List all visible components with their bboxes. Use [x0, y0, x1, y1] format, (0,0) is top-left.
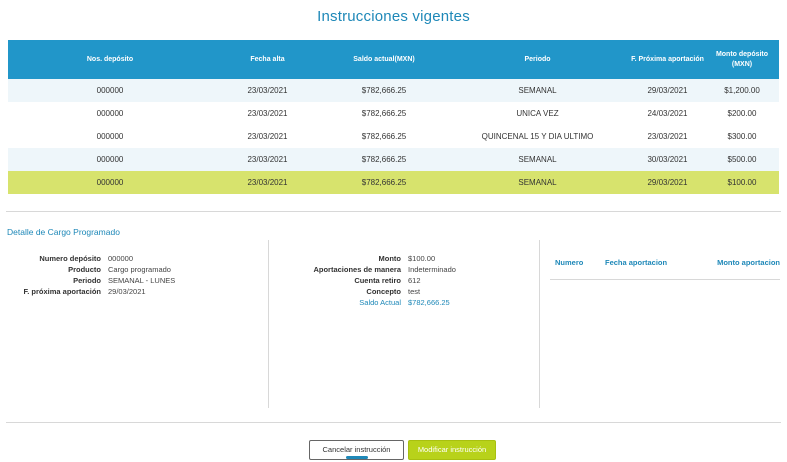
focus-indicator [346, 456, 368, 459]
cell-deposit-amount: $500.00 [705, 148, 779, 171]
table-row[interactable]: 000000 23/03/2021 $782,666.25 SEMANAL 29… [8, 79, 779, 102]
contributions-table-divider [550, 279, 780, 280]
col-header-period[interactable]: Periodo [445, 40, 630, 79]
cell-deposit-amount: $300.00 [705, 125, 779, 148]
detail-label: F. próxima aportación [23, 287, 101, 296]
instructions-table: Nos. depósito Fecha alta Saldo actual(MX… [8, 40, 779, 194]
cell-period: UNICA VEZ [445, 102, 630, 125]
detail-value: 29/03/2021 [108, 287, 146, 296]
table-row[interactable]: 000000 23/03/2021 $782,666.25 UNICA VEZ … [8, 102, 779, 125]
cell-current-balance: $782,666.25 [323, 148, 445, 171]
table-row[interactable]: 000000 23/03/2021 $782,666.25 SEMANAL 30… [8, 148, 779, 171]
cell-period: SEMANAL [445, 148, 630, 171]
col-header-number[interactable]: Numero [550, 258, 605, 267]
detail-label: Periodo [73, 276, 101, 285]
detail-value: 000000 [108, 254, 134, 263]
cell-deposit-amount: $100.00 [705, 171, 779, 194]
detail-value: SEMANAL - LUNES [108, 276, 176, 285]
cell-next-contribution: 30/03/2021 [630, 148, 705, 171]
col-header-contribution-amount[interactable]: Monto aportacion [705, 258, 780, 267]
detail-section-title: Detalle de Cargo Programado [7, 227, 120, 237]
detail-value: $782,666.25 [408, 298, 450, 307]
detail-label: Saldo Actual [359, 298, 401, 307]
cell-deposit-number: 000000 [8, 125, 212, 148]
detail-middle-panel: Monto $100.00 Aportaciones de manera Ind… [290, 253, 456, 308]
contributions-table-header: Numero Fecha aportacion Monto aportacion [550, 258, 780, 267]
detail-label: Cuenta retiro [354, 276, 401, 285]
cell-next-contribution: 29/03/2021 [630, 171, 705, 194]
table-row[interactable]: 000000 23/03/2021 $782,666.25 QUINCENAL … [8, 125, 779, 148]
detail-label: Producto [68, 265, 101, 274]
cell-current-balance: $782,666.25 [323, 102, 445, 125]
col-header-start-date[interactable]: Fecha alta [212, 40, 323, 79]
table-row-selected[interactable]: 000000 23/03/2021 $782,666.25 SEMANAL 29… [8, 171, 779, 194]
page-title: Instrucciones vigentes [317, 8, 470, 25]
detail-field-balance: Saldo Actual $782,666.25 [290, 297, 456, 308]
col-header-next-contribution[interactable]: F. Próxima aportación [630, 40, 705, 79]
cell-period: SEMANAL [445, 171, 630, 194]
cell-deposit-number: 000000 [8, 102, 212, 125]
cell-deposit-number: 000000 [8, 148, 212, 171]
detail-field: Periodo SEMANAL - LUNES [20, 275, 175, 286]
cell-current-balance: $782,666.25 [323, 125, 445, 148]
cell-next-contribution: 24/03/2021 [630, 102, 705, 125]
table-header-row: Nos. depósito Fecha alta Saldo actual(MX… [8, 40, 779, 79]
cell-period: QUINCENAL 15 Y DIA ULTIMO [445, 125, 630, 148]
detail-label: Concepto [366, 287, 401, 296]
detail-label: Monto [378, 254, 402, 263]
cell-deposit-amount: $200.00 [705, 102, 779, 125]
cell-next-contribution: 29/03/2021 [630, 79, 705, 102]
footer-divider [6, 422, 781, 423]
cell-start-date: 23/03/2021 [212, 102, 323, 125]
panel-divider [539, 240, 540, 408]
detail-label: Numero depósito [39, 254, 101, 263]
cell-deposit-amount: $1,200.00 [705, 79, 779, 102]
cell-period: SEMANAL [445, 79, 630, 102]
detail-field: Monto $100.00 [290, 253, 456, 264]
cell-current-balance: $782,666.25 [323, 79, 445, 102]
cell-start-date: 23/03/2021 [212, 148, 323, 171]
detail-field: Aportaciones de manera Indeterminado [290, 264, 456, 275]
detail-field: Cuenta retiro 612 [290, 275, 456, 286]
cell-start-date: 23/03/2021 [212, 171, 323, 194]
col-header-contribution-date[interactable]: Fecha aportacion [605, 258, 705, 267]
cell-deposit-number: 000000 [8, 171, 212, 194]
detail-field: Concepto test [290, 286, 456, 297]
cell-start-date: 23/03/2021 [212, 79, 323, 102]
col-header-current-balance[interactable]: Saldo actual(MXN) [323, 40, 445, 79]
detail-value: Cargo programado [108, 265, 171, 274]
cell-current-balance: $782,666.25 [323, 171, 445, 194]
detail-value: test [408, 287, 421, 296]
detail-value: 612 [408, 276, 421, 285]
detail-label: Aportaciones de manera [313, 265, 401, 274]
detail-field: F. próxima aportación 29/03/2021 [20, 286, 175, 297]
col-header-deposit-number[interactable]: Nos. depósito [8, 40, 212, 79]
col-header-deposit-amount[interactable]: Monto depósito (MXN) [705, 40, 779, 79]
cell-start-date: 23/03/2021 [212, 125, 323, 148]
detail-field: Producto Cargo programado [20, 264, 175, 275]
detail-value: Indeterminado [408, 265, 456, 274]
modify-instruction-button[interactable]: Modificar instrucción [408, 440, 496, 460]
detail-value: $100.00 [408, 254, 436, 263]
detail-left-panel: Numero depósito 000000 Producto Cargo pr… [20, 253, 175, 297]
cell-next-contribution: 23/03/2021 [630, 125, 705, 148]
panel-divider [268, 240, 269, 408]
section-divider [6, 211, 781, 212]
detail-field: Numero depósito 000000 [20, 253, 175, 264]
cell-deposit-number: 000000 [8, 79, 212, 102]
